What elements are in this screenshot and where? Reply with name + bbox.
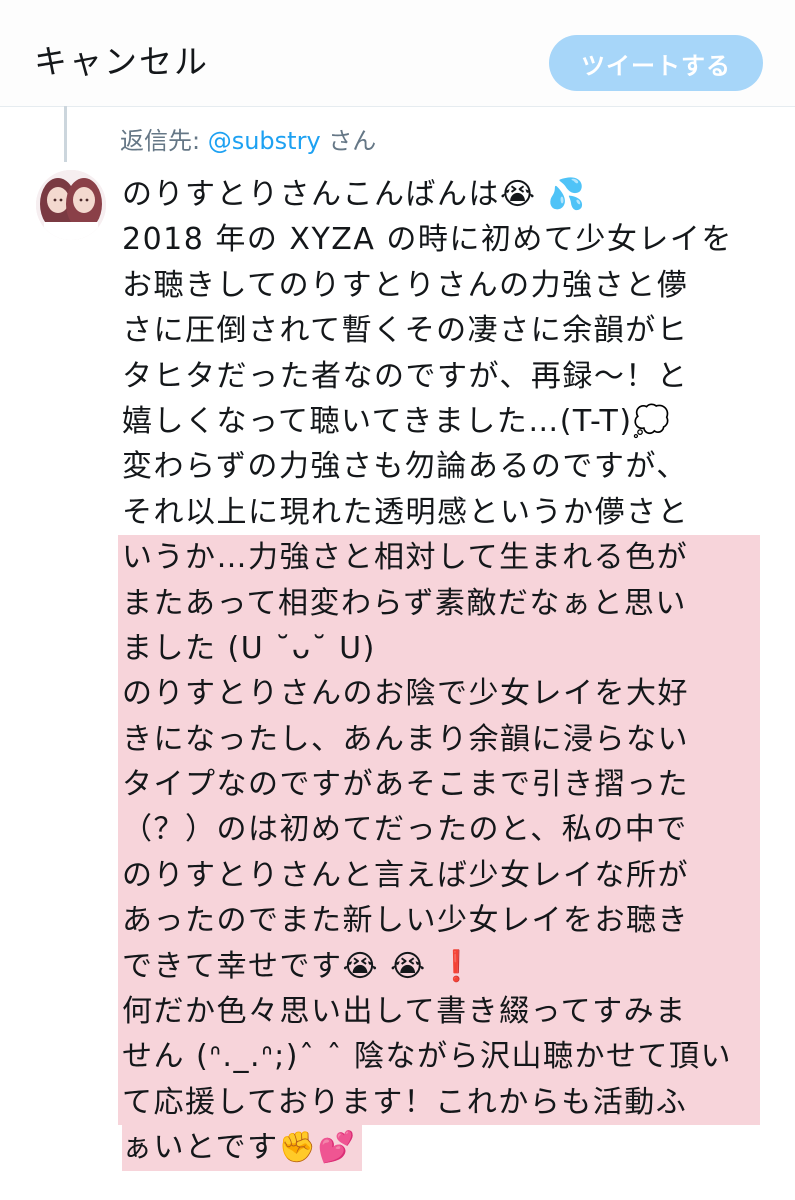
highlighted-overflow-line: 何だか色々思い出して書き綴ってすみま [118,989,760,1035]
reply-to-label: 返信先: @substry さん [120,124,376,158]
highlighted-overflow-line: ました (U ˘ᴗ˘ U) [118,625,760,672]
text-line: 嬉しくなって聴いてきました…(T-T)💭 [122,403,672,439]
tweet-compose-textarea[interactable]: のりすとりさんこんばんは😭 💦 2018 年の XYZA の時に初めて少女レイを… [118,172,760,1171]
reply-prefix: 返信先: [120,127,208,155]
highlighted-overflow-line: せん (ᐢ._.ᐢ;)ˆ ˆ 陰ながら沢山聴かせて頂い [118,1034,760,1080]
text-line: 2018 年の XYZA の時に初めて少女レイを [122,222,733,258]
reply-handle-link[interactable]: @substry [208,127,321,155]
text-line: のりすとりさんこんばんは😭 💦 [122,177,587,212]
reply-suffix: さん [320,127,377,155]
highlighted-overflow-line: て応援しております！これからも活動ふ [118,1079,760,1126]
text-line: 変わらずの力強さも勿論あるのですが、 [122,449,688,485]
highlighted-overflow-line: きになったし、あんまり余韻に浸らない [118,716,760,763]
avatar[interactable] [36,170,106,240]
highlighted-overflow-line: のりすとりさんのお陰で少女レイを大好 [118,671,760,717]
thread-connector-line [64,106,67,162]
highlighted-overflow-line: あったのでまた新しい少女レイをお聴き [118,898,760,944]
highlighted-overflow-line: タイプなのですがあそこまで引き摺った [118,762,760,808]
highlighted-overflow-line: のりすとりさんと言えば少女レイな所が [118,852,760,899]
highlighted-overflow-line: いうか…力強さと相対して生まれる色が [118,535,760,581]
text-line: それ以上に現れた透明感というか儚さと [122,494,689,530]
tweet-button[interactable]: ツイートする [549,35,763,91]
highlighted-overflow-last-line: ぁいとです✊💕 [120,1125,760,1171]
cancel-button[interactable]: キャンセル [34,40,209,84]
highlighted-overflow-line: できて幸せです😭 😭 ❗ [118,943,760,990]
text-line: タヒタだった者なのですが、再録〜！と [122,358,689,394]
compose-header: キャンセル ツイートする [0,0,795,107]
text-line: さに圧倒されて暫くその凄さに余韻がヒ [122,313,689,349]
highlighted-overflow-line: （？）のは初めてだったのと、私の中で [118,807,760,853]
highlighted-overflow-line: またあって相変わらず素敵だなぁと思い [118,580,760,626]
highlighted-overflow-span: ぁいとです✊💕 [122,1125,363,1171]
avatar-two-girls-icon [36,170,106,240]
text-line: お聴きしてのりすとりさんの力強さと儚 [122,267,689,303]
